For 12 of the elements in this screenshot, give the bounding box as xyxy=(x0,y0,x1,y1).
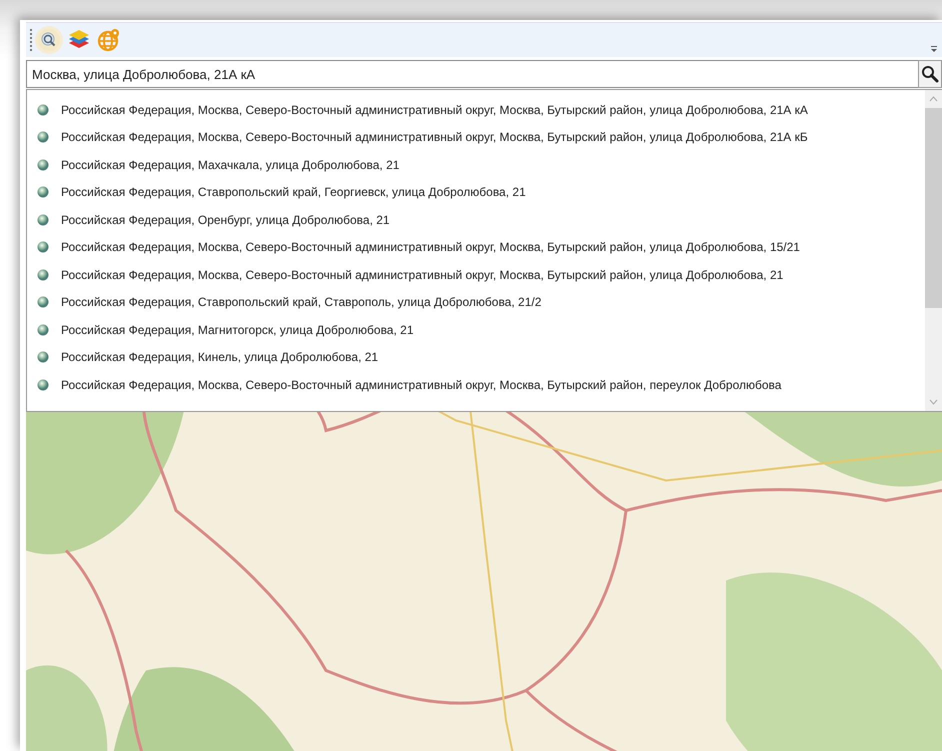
suggestion-item[interactable]: Российская Федерация, Ставропольский край, Ставрополь, улица Добролюбова, 21/2 xyxy=(61,295,542,310)
suggestion-item[interactable]: Российская Федерация, Оренбург, улица Добролюбова, 21 xyxy=(61,212,390,227)
suggestion-item[interactable]: Российская Федерация, Москва, Северо-Восточный административный округ, Москва, Бутырский район, переулок Добролюбова xyxy=(61,378,782,392)
suggestion-item[interactable]: Российская Федерация, Магнитогорск, улица Добролюбова, 21 xyxy=(61,322,414,337)
suggestion-item[interactable]: Российская Федерация, Махачкала, улица Добролюбова, 21 xyxy=(61,158,400,172)
suggestion-item[interactable]: Российская Федерация, Москва, Северо-Восточный административный округ, Москва, Бутырский район, улица Добролюбова, 21 xyxy=(61,268,784,282)
suggestion-item[interactable]: Российская Федерация, Москва, Северо-Восточный административный округ, Москва, Бутырский район, улица Добролюбова, 21А кА xyxy=(61,102,808,117)
suggestion-item[interactable]: Российская Федерация, Москва, Северо-Восточный административный округ, Москва, Бутырский район, улица Добролюбова, 21А кБ xyxy=(61,130,808,144)
search-field[interactable]: Москва, улица Добролюбова, 21А кА xyxy=(26,60,918,88)
suggestion-item[interactable]: Российская Федерация, Кинель, улица Добролюбова, 21 xyxy=(61,350,378,364)
suggestion-item[interactable]: Российская Федерация, Москва, Северо-Восточный административный округ, Москва, Бутырский район, улица Добролюбова, 15/21 xyxy=(61,240,800,254)
suggestion-item[interactable]: Российская Федерация, Ставропольский край, Георгиевск, улица Добролюбова, 21 xyxy=(61,185,526,200)
